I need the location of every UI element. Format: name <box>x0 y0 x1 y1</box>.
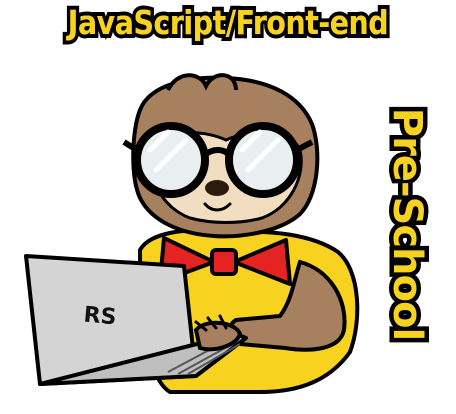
banner-canvas: JavaScript/Front-end JavaScript/Front-en… <box>0 0 456 414</box>
laptop-label: RS <box>82 302 118 331</box>
subtitle: Pre-School <box>384 107 430 341</box>
subtitle-container: Pre-School Pre-School <box>372 74 442 374</box>
banner-title: JavaScript/Front-end <box>67 3 389 42</box>
